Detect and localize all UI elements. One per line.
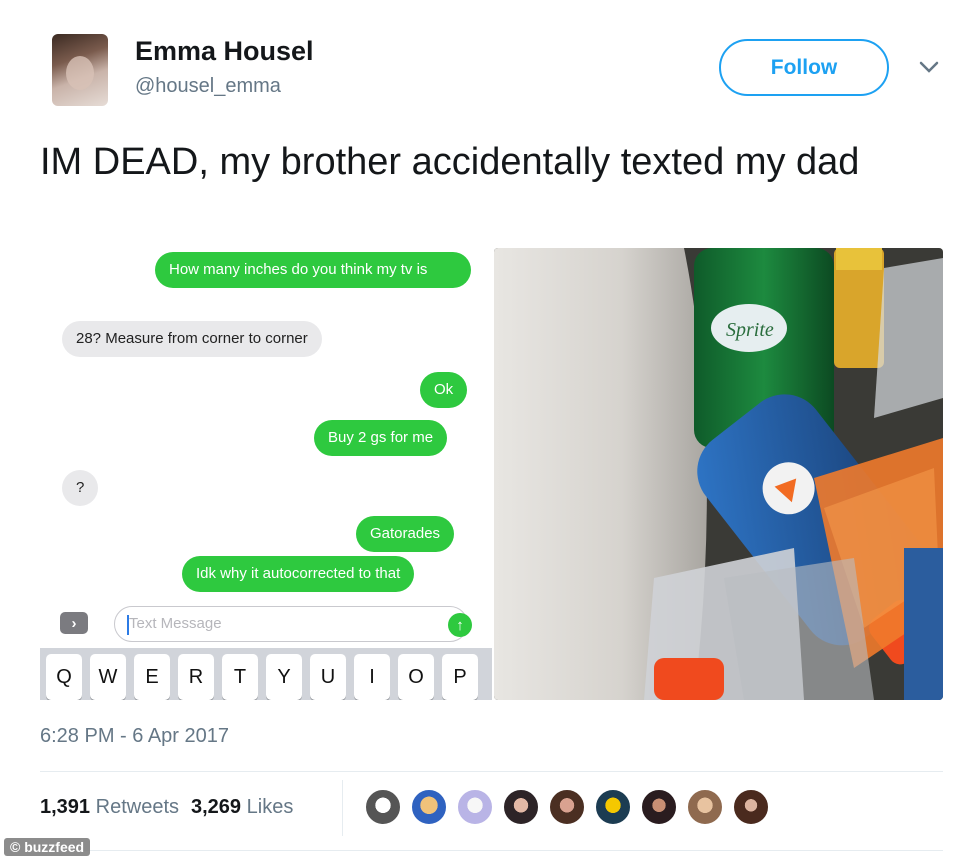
divider [40,771,943,772]
chevron-down-icon[interactable] [918,60,940,74]
keyboard: Q W E R T Y U I O P [40,648,492,700]
buzzfeed-watermark: © buzzfeed [4,838,91,856]
message-bubble-sent: Buy 2 gs for me [314,420,448,456]
author-name[interactable]: Emma Housel [135,36,314,67]
author-avatar[interactable] [52,34,108,106]
likes-label: Likes [246,796,294,818]
key-q[interactable]: Q [46,654,82,700]
key-y[interactable]: Y [266,654,302,700]
tweet-stats: 1,391 Retweets 3,269 Likes [40,796,293,819]
send-arrow-icon[interactable]: ↑ [448,613,472,637]
retweets-label: Retweets [95,796,179,818]
divider [40,850,943,851]
key-r[interactable]: R [178,654,214,700]
retweets-stat[interactable]: 1,391 Retweets [40,796,179,819]
key-u[interactable]: U [310,654,346,700]
liker-avatar[interactable] [640,788,678,826]
liker-avatar[interactable] [594,788,632,826]
message-input-row: › Text Message ↑ [60,604,490,644]
liker-avatar[interactable] [548,788,586,826]
key-o[interactable]: O [398,654,434,700]
conversation-screenshot[interactable]: How many inches do you think my tv is 28… [40,248,492,700]
liker-avatar[interactable] [732,788,770,826]
stats-divider [342,780,343,836]
tweet-text: IM DEAD, my brother accidentally texted … [40,141,860,183]
tweet-timestamp[interactable]: 6:28 PM - 6 Apr 2017 [40,725,229,748]
retweets-count: 1,391 [40,796,91,818]
message-bubble-sent: Idk why it autocorrected to that [182,556,415,592]
key-p[interactable]: P [442,654,478,700]
liker-avatar[interactable] [686,788,724,826]
message-input[interactable]: Text Message [114,606,468,642]
expand-apps-icon[interactable]: › [60,612,88,634]
key-w[interactable]: W [90,654,126,700]
key-t[interactable]: T [222,654,258,700]
sprite-label: Sprite [726,319,774,341]
message-bubble-sent: How many inches do you think my tv is [155,252,471,288]
key-i[interactable]: I [354,654,390,700]
message-bubble-received: 28? Measure from corner to corner [62,321,322,357]
message-bubble-sent: Ok [420,372,468,408]
author-handle[interactable]: @housel_emma [135,75,281,98]
likes-stat[interactable]: 3,269 Likes [191,796,293,819]
liker-avatar[interactable] [502,788,540,826]
message-bubble-sent: Gatorades [356,516,455,552]
bottles-photo-illustration: Sprite [494,248,943,700]
message-bubble-received: ? [62,470,99,506]
liker-avatar[interactable] [456,788,494,826]
tweet-photo[interactable]: Sprite [494,248,943,700]
liker-avatar[interactable] [364,788,402,826]
follow-button[interactable]: Follow [719,39,889,96]
liker-avatar[interactable] [410,788,448,826]
likes-count: 3,269 [191,796,242,818]
key-e[interactable]: E [134,654,170,700]
